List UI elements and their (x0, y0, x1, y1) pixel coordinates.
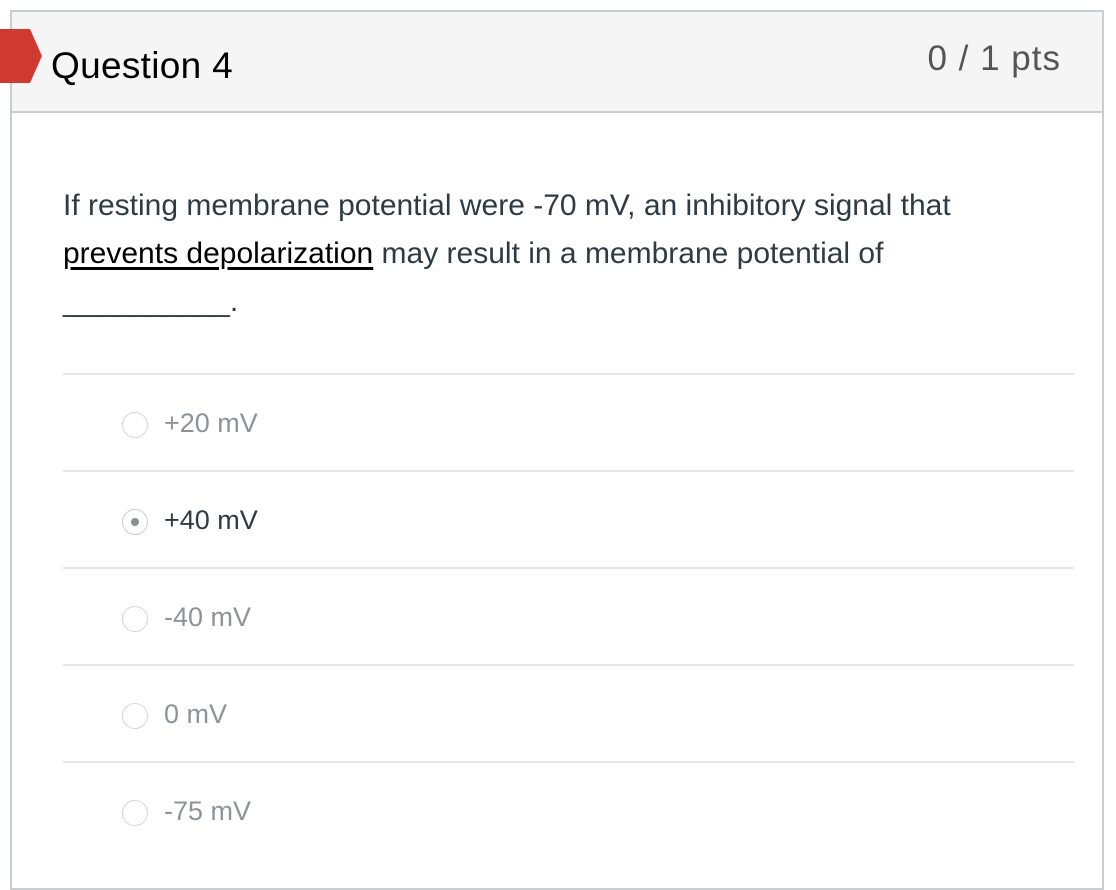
answer-label: 0 mV (164, 699, 228, 729)
answer-option[interactable]: +20 mV (63, 373, 1074, 470)
question-points: 0 / 1 pts (927, 39, 1061, 78)
answer-label: +20 mV (164, 408, 258, 438)
radio-selected-dot (131, 518, 139, 526)
question-title: Question 4 (51, 45, 233, 86)
answer-label: -75 mV (164, 796, 252, 826)
radio-button[interactable] (122, 800, 148, 826)
answer-label: +40 mV (164, 505, 258, 535)
answer-option[interactable]: -40 mV (63, 567, 1074, 664)
answer-list: +20 mV +40 mV -40 mV 0 mV -75 mV (63, 373, 1074, 858)
answer-option[interactable]: -75 mV (63, 761, 1074, 858)
radio-button[interactable] (122, 509, 148, 535)
answer-option[interactable]: +40 mV (63, 470, 1074, 567)
question-header: Question 4 0 / 1 pts (12, 12, 1102, 113)
question-card: Question 4 0 / 1 pts If resting membrane… (10, 10, 1104, 890)
question-text: If resting membrane potential were -70 m… (63, 182, 1053, 326)
answer-option[interactable]: 0 mV (63, 664, 1074, 761)
radio-button[interactable] (122, 703, 148, 729)
answer-label: -40 mV (164, 602, 252, 632)
radio-button[interactable] (122, 606, 148, 632)
question-text-part1: If resting membrane potential were -70 m… (63, 189, 951, 222)
incorrect-answer-flag-icon (0, 29, 42, 83)
radio-button[interactable] (122, 412, 148, 438)
question-text-emphasis: prevents depolarization (63, 237, 374, 270)
